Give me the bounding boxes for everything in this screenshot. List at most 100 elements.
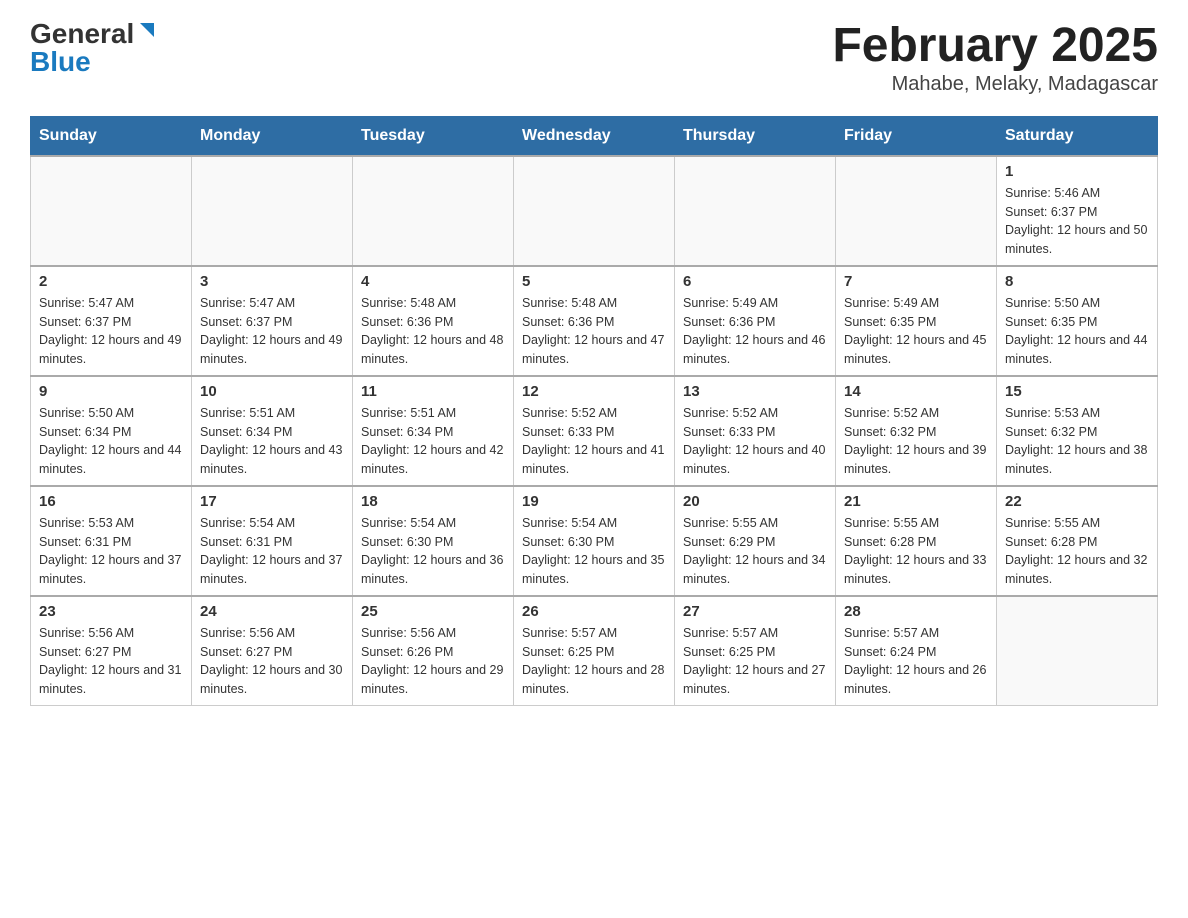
calendar-cell: [514, 156, 675, 266]
day-info: Sunrise: 5:52 AM Sunset: 6:33 PM Dayligh…: [522, 404, 666, 479]
calendar-cell: 9 Sunrise: 5:50 AM Sunset: 6:34 PM Daylig…: [31, 376, 192, 486]
title-block: February 2025 Mahabe, Melaky, Madagascar: [832, 20, 1158, 96]
day-number: 25: [361, 603, 505, 620]
header-tuesday: Tuesday: [353, 116, 514, 156]
day-info: Sunrise: 5:48 AM Sunset: 6:36 PM Dayligh…: [522, 294, 666, 369]
day-number: 10: [200, 383, 344, 400]
calendar-week-row: 16 Sunrise: 5:53 AM Sunset: 6:31 PM Dayli…: [31, 486, 1158, 596]
day-number: 27: [683, 603, 827, 620]
calendar-cell: 2 Sunrise: 5:47 AM Sunset: 6:37 PM Daylig…: [31, 266, 192, 376]
calendar-cell: 4 Sunrise: 5:48 AM Sunset: 6:36 PM Daylig…: [353, 266, 514, 376]
day-number: 21: [844, 493, 988, 510]
day-info: Sunrise: 5:57 AM Sunset: 6:25 PM Dayligh…: [683, 624, 827, 699]
calendar-cell: 25 Sunrise: 5:56 AM Sunset: 6:26 PM Dayli…: [353, 596, 514, 706]
calendar-cell: 5 Sunrise: 5:48 AM Sunset: 6:36 PM Daylig…: [514, 266, 675, 376]
calendar-cell: [836, 156, 997, 266]
day-number: 2: [39, 273, 183, 290]
day-info: Sunrise: 5:56 AM Sunset: 6:26 PM Dayligh…: [361, 624, 505, 699]
day-number: 22: [1005, 493, 1149, 510]
header-friday: Friday: [836, 116, 997, 156]
logo-blue-text: Blue: [30, 48, 91, 76]
day-info: Sunrise: 5:53 AM Sunset: 6:31 PM Dayligh…: [39, 514, 183, 589]
calendar-cell: 16 Sunrise: 5:53 AM Sunset: 6:31 PM Dayli…: [31, 486, 192, 596]
day-info: Sunrise: 5:49 AM Sunset: 6:35 PM Dayligh…: [844, 294, 988, 369]
day-info: Sunrise: 5:49 AM Sunset: 6:36 PM Dayligh…: [683, 294, 827, 369]
day-number: 16: [39, 493, 183, 510]
day-info: Sunrise: 5:46 AM Sunset: 6:37 PM Dayligh…: [1005, 184, 1149, 259]
day-info: Sunrise: 5:52 AM Sunset: 6:33 PM Dayligh…: [683, 404, 827, 479]
day-number: 26: [522, 603, 666, 620]
day-number: 3: [200, 273, 344, 290]
day-number: 6: [683, 273, 827, 290]
calendar-cell: 20 Sunrise: 5:55 AM Sunset: 6:29 PM Dayli…: [675, 486, 836, 596]
day-info: Sunrise: 5:50 AM Sunset: 6:34 PM Dayligh…: [39, 404, 183, 479]
day-info: Sunrise: 5:47 AM Sunset: 6:37 PM Dayligh…: [200, 294, 344, 369]
calendar-cell: 12 Sunrise: 5:52 AM Sunset: 6:33 PM Dayli…: [514, 376, 675, 486]
calendar-week-row: 9 Sunrise: 5:50 AM Sunset: 6:34 PM Daylig…: [31, 376, 1158, 486]
calendar-cell: 13 Sunrise: 5:52 AM Sunset: 6:33 PM Dayli…: [675, 376, 836, 486]
header-saturday: Saturday: [997, 116, 1158, 156]
header-thursday: Thursday: [675, 116, 836, 156]
calendar-cell: 19 Sunrise: 5:54 AM Sunset: 6:30 PM Dayli…: [514, 486, 675, 596]
day-info: Sunrise: 5:53 AM Sunset: 6:32 PM Dayligh…: [1005, 404, 1149, 479]
day-info: Sunrise: 5:54 AM Sunset: 6:30 PM Dayligh…: [522, 514, 666, 589]
calendar-cell: 26 Sunrise: 5:57 AM Sunset: 6:25 PM Dayli…: [514, 596, 675, 706]
day-number: 20: [683, 493, 827, 510]
day-number: 9: [39, 383, 183, 400]
day-info: Sunrise: 5:55 AM Sunset: 6:28 PM Dayligh…: [1005, 514, 1149, 589]
day-number: 28: [844, 603, 988, 620]
day-info: Sunrise: 5:51 AM Sunset: 6:34 PM Dayligh…: [200, 404, 344, 479]
calendar-week-row: 2 Sunrise: 5:47 AM Sunset: 6:37 PM Daylig…: [31, 266, 1158, 376]
calendar-table: SundayMondayTuesdayWednesdayThursdayFrid…: [30, 116, 1158, 706]
day-number: 15: [1005, 383, 1149, 400]
page-title: February 2025: [832, 20, 1158, 73]
calendar-cell: 17Sunrise: 5:54 AM Sunset: 6:31 PM Dayli…: [192, 486, 353, 596]
day-number: 7: [844, 273, 988, 290]
day-number: 14: [844, 383, 988, 400]
day-info: Sunrise: 5:54 AM Sunset: 6:31 PM Dayligh…: [200, 514, 344, 589]
calendar-cell: 7 Sunrise: 5:49 AM Sunset: 6:35 PM Daylig…: [836, 266, 997, 376]
calendar-cell: 27 Sunrise: 5:57 AM Sunset: 6:25 PM Dayli…: [675, 596, 836, 706]
calendar-cell: 8Sunrise: 5:50 AM Sunset: 6:35 PM Daylig…: [997, 266, 1158, 376]
day-info: Sunrise: 5:55 AM Sunset: 6:29 PM Dayligh…: [683, 514, 827, 589]
calendar-cell: 10 Sunrise: 5:51 AM Sunset: 6:34 PM Dayli…: [192, 376, 353, 486]
calendar-cell: 1 Sunrise: 5:46 AM Sunset: 6:37 PM Daylig…: [997, 156, 1158, 266]
day-number: 18: [361, 493, 505, 510]
calendar-cell: 6 Sunrise: 5:49 AM Sunset: 6:36 PM Daylig…: [675, 266, 836, 376]
day-number: 12: [522, 383, 666, 400]
day-info: Sunrise: 5:54 AM Sunset: 6:30 PM Dayligh…: [361, 514, 505, 589]
calendar-header-row: SundayMondayTuesdayWednesdayThursdayFrid…: [31, 116, 1158, 156]
day-info: Sunrise: 5:47 AM Sunset: 6:37 PM Dayligh…: [39, 294, 183, 369]
day-info: Sunrise: 5:56 AM Sunset: 6:27 PM Dayligh…: [200, 624, 344, 699]
header-monday: Monday: [192, 116, 353, 156]
calendar-cell: 28 Sunrise: 5:57 AM Sunset: 6:24 PM Dayli…: [836, 596, 997, 706]
calendar-week-row: 1 Sunrise: 5:46 AM Sunset: 6:37 PM Daylig…: [31, 156, 1158, 266]
day-number: 4: [361, 273, 505, 290]
day-number: 1: [1005, 163, 1149, 180]
day-info: Sunrise: 5:55 AM Sunset: 6:28 PM Dayligh…: [844, 514, 988, 589]
day-number: 5: [522, 273, 666, 290]
calendar-cell: [997, 596, 1158, 706]
calendar-cell: [353, 156, 514, 266]
day-info: Sunrise: 5:57 AM Sunset: 6:24 PM Dayligh…: [844, 624, 988, 699]
header-sunday: Sunday: [31, 116, 192, 156]
day-number: 11: [361, 383, 505, 400]
calendar-cell: 18 Sunrise: 5:54 AM Sunset: 6:30 PM Dayli…: [353, 486, 514, 596]
calendar-cell: 14Sunrise: 5:52 AM Sunset: 6:32 PM Dayli…: [836, 376, 997, 486]
day-info: Sunrise: 5:57 AM Sunset: 6:25 PM Dayligh…: [522, 624, 666, 699]
calendar-cell: 23 Sunrise: 5:56 AM Sunset: 6:27 PM Dayli…: [31, 596, 192, 706]
logo: General Blue: [30, 20, 158, 76]
day-info: Sunrise: 5:48 AM Sunset: 6:36 PM Dayligh…: [361, 294, 505, 369]
header-wednesday: Wednesday: [514, 116, 675, 156]
calendar-cell: 3 Sunrise: 5:47 AM Sunset: 6:37 PM Daylig…: [192, 266, 353, 376]
day-number: 8: [1005, 273, 1149, 290]
day-number: 19: [522, 493, 666, 510]
calendar-cell: [675, 156, 836, 266]
day-number: 13: [683, 383, 827, 400]
calendar-cell: [31, 156, 192, 266]
day-info: Sunrise: 5:56 AM Sunset: 6:27 PM Dayligh…: [39, 624, 183, 699]
day-number: 23: [39, 603, 183, 620]
calendar-cell: 21 Sunrise: 5:55 AM Sunset: 6:28 PM Dayli…: [836, 486, 997, 596]
calendar-cell: 11Sunrise: 5:51 AM Sunset: 6:34 PM Dayli…: [353, 376, 514, 486]
calendar-cell: 22 Sunrise: 5:55 AM Sunset: 6:28 PM Dayli…: [997, 486, 1158, 596]
